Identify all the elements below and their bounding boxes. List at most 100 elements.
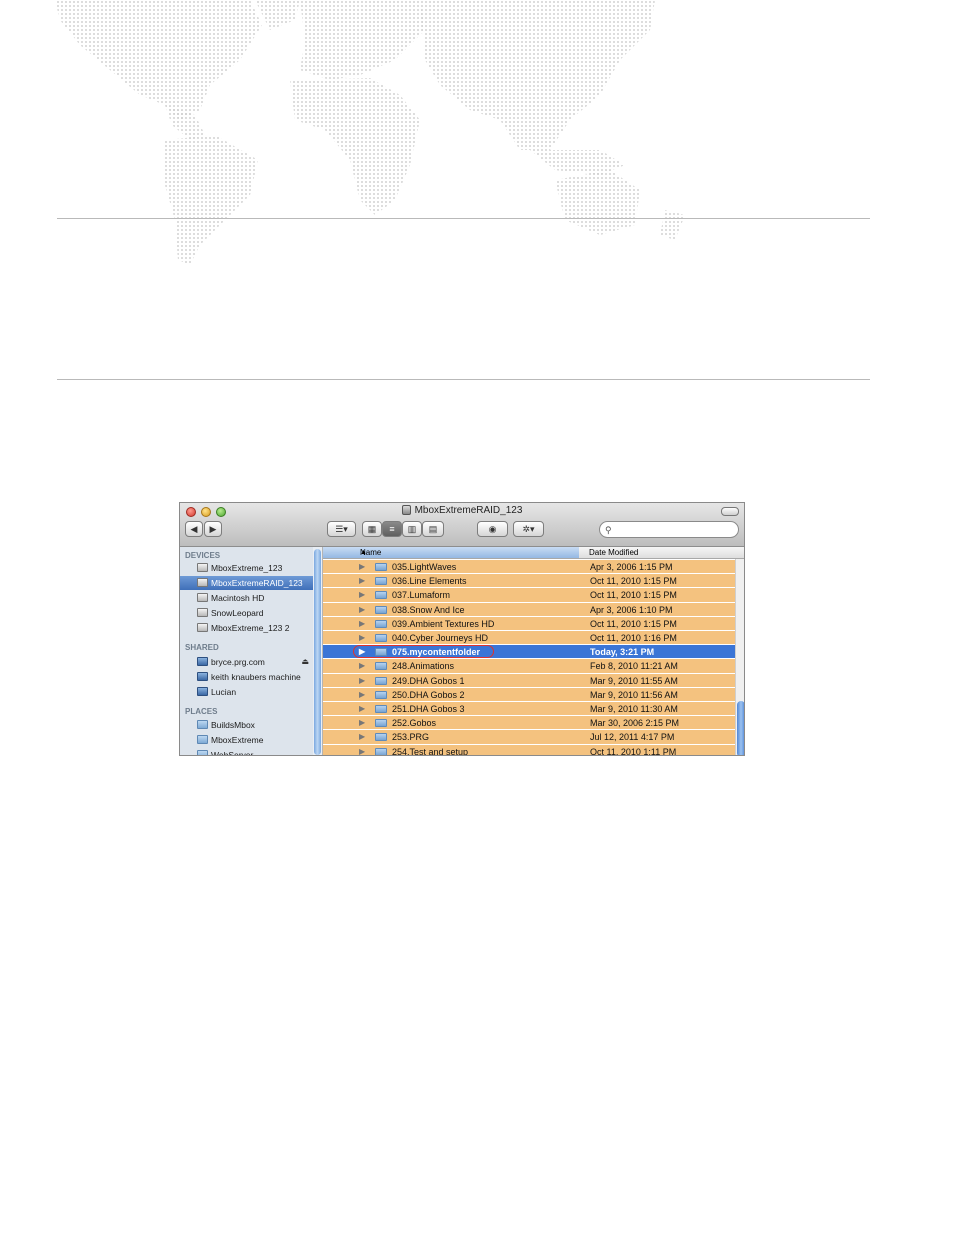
- folder-icon: [375, 619, 387, 628]
- sidebar-item-label: MboxExtreme_123: [211, 563, 283, 573]
- sidebar-item-label: keith knaubers machine: [211, 672, 301, 682]
- sidebar-section-shared[interactable]: SHARED: [185, 643, 219, 652]
- disclosure-triangle-icon[interactable]: ▶: [359, 745, 365, 755]
- sidebar-item-label: MboxExtreme: [211, 735, 264, 745]
- disclosure-triangle-icon[interactable]: ▶: [359, 674, 365, 688]
- sidebar-item[interactable]: SnowLeopard: [180, 606, 313, 620]
- folder-icon: [375, 662, 387, 671]
- folder-icon: [375, 690, 387, 699]
- column-view-button[interactable]: ▥: [402, 521, 422, 537]
- row-date-modified: Today, 3:21 PM: [590, 647, 655, 658]
- disclosure-triangle-icon[interactable]: ▶: [359, 716, 365, 730]
- column-header: Name ▲ Date Modified: [323, 547, 744, 559]
- list-row[interactable]: ▶ 038.Snow And Ice Apr 3, 2006 1:10 PM: [323, 602, 735, 617]
- window-title: MboxExtremeRAID_123: [180, 505, 744, 516]
- search-field[interactable]: ⚲: [599, 521, 739, 538]
- row-name: 249.DHA Gobos 1: [392, 675, 465, 686]
- row-date-modified: Mar 9, 2010 11:56 AM: [590, 689, 678, 700]
- row-date-modified: Mar 9, 2010 11:30 AM: [590, 704, 678, 714]
- back-button[interactable]: ◀: [185, 521, 203, 537]
- list-row[interactable]: ▶ 036.Line Elements Oct 11, 2010 1:15 PM: [323, 574, 735, 589]
- folder-icon: [197, 735, 208, 744]
- sidebar-item[interactable]: MboxExtreme_123 2: [180, 621, 313, 635]
- forward-button[interactable]: ▶: [204, 521, 222, 537]
- list-row[interactable]: ▶ 248.Animations Feb 8, 2010 11:21 AM: [323, 659, 735, 674]
- list-row[interactable]: ▶ 039.Ambient Textures HD Oct 11, 2010 1:1…: [323, 616, 735, 631]
- sidebar-item[interactable]: bryce.prg.com ⏏: [180, 655, 313, 669]
- icon-view-button[interactable]: ▦: [362, 521, 382, 537]
- sidebar-scroll-thumb[interactable]: [314, 549, 321, 755]
- list-scrollbar[interactable]: [735, 559, 744, 755]
- row-date-modified: Oct 11, 2010 1:15 PM: [590, 618, 677, 629]
- list-row[interactable]: ▶ 250.DHA Gobos 2 Mar 9, 2010 11:56 AM: [323, 687, 735, 702]
- sidebar-item[interactable]: Lucian: [180, 685, 313, 699]
- sidebar-item[interactable]: MboxExtremeRAID_123: [180, 576, 313, 590]
- row-name: 037.Lumaform: [392, 590, 451, 601]
- sidebar-item[interactable]: keith knaubers machine: [180, 670, 313, 684]
- sidebar-item-label: Lucian: [211, 687, 237, 697]
- list-scroll-thumb[interactable]: [737, 701, 744, 755]
- arrange-menu-button[interactable]: ☰▾: [327, 521, 356, 537]
- list-row[interactable]: ▶ 254.Test and setup Oct 11, 2010 1:11 PM: [323, 744, 735, 756]
- computer-icon: [197, 672, 208, 681]
- sidebar-item[interactable]: MboxExtreme: [180, 733, 313, 747]
- sidebar-item[interactable]: Macintosh HD: [180, 591, 313, 605]
- coverflow-view-button[interactable]: ▤: [422, 521, 444, 537]
- sidebar-section-places[interactable]: PLACES: [185, 707, 217, 716]
- sidebar-section-devices[interactable]: DEVICES: [185, 551, 220, 560]
- disclosure-triangle-icon[interactable]: ▶: [359, 560, 365, 574]
- row-date-modified: Oct 11, 2010 1:16 PM: [590, 633, 677, 643]
- disclosure-triangle-icon[interactable]: ▶: [359, 617, 365, 631]
- row-date-modified: Oct 11, 2010 1:15 PM: [590, 576, 677, 587]
- disclosure-triangle-icon[interactable]: ▶: [359, 631, 365, 645]
- list-row[interactable]: ▶ 075.mycontentfolder Today, 3:21 PM: [323, 645, 735, 660]
- folder-icon: [375, 605, 387, 614]
- disclosure-triangle-icon[interactable]: ▶: [359, 603, 365, 617]
- list-row[interactable]: ▶ 252.Gobos Mar 30, 2006 2:15 PM: [323, 716, 735, 731]
- folder-icon: [197, 720, 208, 729]
- eject-icon[interactable]: ⏏: [301, 655, 309, 669]
- folder-icon: [375, 577, 387, 586]
- row-name: 253.PRG: [392, 732, 430, 743]
- date-modified-column-header[interactable]: Date Modified: [589, 547, 638, 559]
- list-row[interactable]: ▶ 253.PRG Jul 12, 2011 4:17 PM: [323, 730, 735, 745]
- sidebar-item-label: MboxExtremeRAID_123: [211, 578, 303, 588]
- header-rule-bottom: [57, 379, 870, 380]
- row-date-modified: Oct 11, 2010 1:11 PM: [590, 746, 677, 756]
- quick-look-button[interactable]: ◉: [477, 521, 508, 537]
- disclosure-triangle-icon[interactable]: ▶: [359, 574, 365, 588]
- row-name: 252.Gobos: [392, 718, 437, 729]
- sidebar-item-label: SnowLeopard: [211, 608, 264, 618]
- action-menu-button[interactable]: ✲▾: [513, 521, 544, 537]
- sidebar-item-label: BuildsMbox: [211, 720, 255, 730]
- world-map-graphic: [55, 0, 685, 265]
- drive-icon: [401, 505, 411, 515]
- header-rule-top: [57, 218, 870, 219]
- list-row[interactable]: ▶ 251.DHA Gobos 3 Mar 9, 2010 11:30 AM: [323, 702, 735, 717]
- disclosure-triangle-icon[interactable]: ▶: [359, 659, 365, 673]
- annotation-circle: [353, 645, 494, 659]
- file-list: Name ▲ Date Modified ▶ 035.LightWaves Apr …: [323, 547, 744, 756]
- hard-drive-icon: [197, 593, 208, 602]
- list-row[interactable]: ▶ 035.LightWaves Apr 3, 2006 1:15 PM: [323, 560, 735, 575]
- sidebar-item-label: bryce.prg.com: [211, 657, 265, 667]
- list-row[interactable]: ▶ 037.Lumaform Oct 11, 2010 1:15 PM: [323, 588, 735, 603]
- folder-icon: [375, 705, 387, 713]
- sidebar-item[interactable]: BuildsMbox: [180, 718, 313, 732]
- sidebar-item[interactable]: WebServer: [180, 748, 313, 755]
- list-row[interactable]: ▶ 040.Cyber Journeys HD Oct 11, 2010 1:16 …: [323, 631, 735, 646]
- row-date-modified: Oct 11, 2010 1:15 PM: [590, 590, 677, 601]
- toolbar-toggle-button[interactable]: [721, 507, 739, 516]
- row-name: 248.Animations: [392, 661, 455, 672]
- computer-icon: [197, 687, 208, 696]
- disclosure-triangle-icon[interactable]: ▶: [359, 730, 365, 744]
- disclosure-triangle-icon[interactable]: ▶: [359, 588, 365, 602]
- sidebar-item[interactable]: MboxExtreme_123: [180, 561, 313, 575]
- disclosure-triangle-icon[interactable]: ▶: [359, 688, 365, 702]
- list-view-button[interactable]: ≡: [382, 521, 402, 537]
- row-name: 035.LightWaves: [392, 562, 457, 572]
- sidebar-scrollbar[interactable]: [313, 547, 322, 755]
- disclosure-triangle-icon[interactable]: ▶: [359, 702, 365, 716]
- list-row[interactable]: ▶ 249.DHA Gobos 1 Mar 9, 2010 11:55 AM: [323, 673, 735, 688]
- name-column-header[interactable]: Name ▲: [323, 547, 579, 558]
